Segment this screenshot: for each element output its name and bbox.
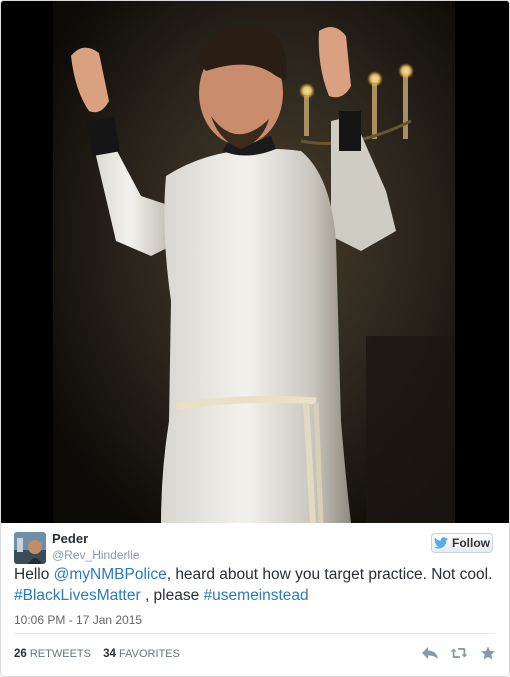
photo-priest-raising-hands <box>1 1 509 523</box>
follow-label: Follow <box>452 536 490 550</box>
star-icon[interactable] <box>479 646 497 660</box>
embedded-tweet-card: Peder @Rev_Hinderlie Follow Hello @myNMB… <box>0 0 510 677</box>
mention-link[interactable]: @myNMBPolice <box>54 566 167 583</box>
tweet-text-segment: Hello <box>14 566 54 583</box>
favorite-count[interactable]: 34 <box>103 648 116 660</box>
tweet-body: Peder @Rev_Hinderlie Follow Hello @myNMB… <box>1 523 509 676</box>
retweet-label: RETWEETS <box>29 648 91 660</box>
tweet-text-segment: , heard about how you target practice. N… <box>166 566 493 583</box>
author-name[interactable]: Peder <box>52 531 88 546</box>
retweet-count[interactable]: 26 <box>14 648 27 660</box>
follow-button[interactable]: Follow <box>431 533 493 553</box>
tweet-photo[interactable] <box>1 1 509 523</box>
tweet-text-segment: , please <box>140 587 204 604</box>
divider <box>14 633 495 634</box>
hashtag-link-usemeinstead[interactable]: #usemeinstead <box>204 587 309 604</box>
author-screen-name[interactable]: @Rev_Hinderlie <box>52 548 140 562</box>
tweet-text: Hello @myNMBPolice, heard about how you … <box>14 564 494 606</box>
tweet-timestamp[interactable]: 10:06 PM - 17 Jan 2015 <box>14 613 142 627</box>
favorite-label: FAVORITES <box>118 648 180 660</box>
retweet-icon[interactable] <box>450 646 468 660</box>
hashtag-link-blacklivesmatter[interactable]: #BlackLivesMatter <box>14 587 141 604</box>
tweet-actions <box>421 646 497 660</box>
avatar[interactable] <box>14 532 46 564</box>
twitter-bird-icon <box>434 537 448 549</box>
reply-icon[interactable] <box>421 646 439 660</box>
tweet-stats: 26 RETWEETS 34 FAVORITES <box>14 648 180 660</box>
